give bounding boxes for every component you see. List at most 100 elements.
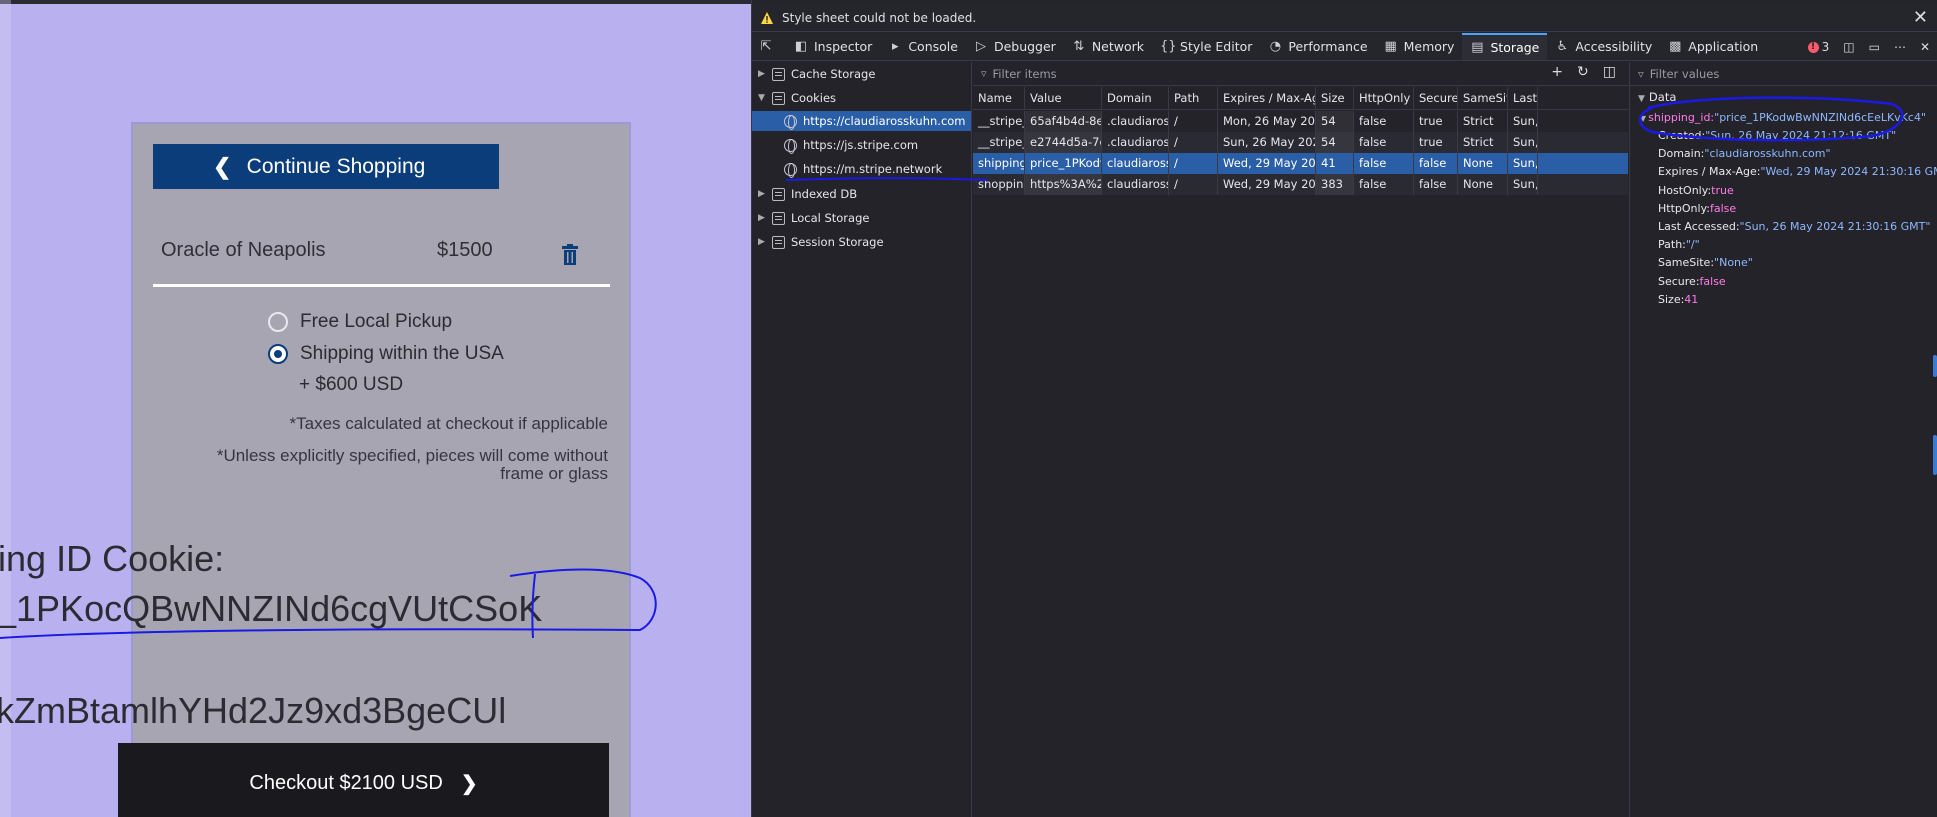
- data-entry[interactable]: ▼ shipping_id:"price_1PKodwBwNNZINd6cEeLK…: [1640, 111, 1926, 124]
- screen: ❮ Continue Shopping Oracle of Neapolis $…: [0, 0, 1937, 817]
- table-cell: shoppin...: [973, 174, 1025, 195]
- tab-application[interactable]: ▩ Application: [1660, 33, 1766, 60]
- tree-host-m-stripe[interactable]: https://m.stripe.network: [784, 159, 942, 179]
- field-key: Size:: [1658, 292, 1685, 306]
- globe-icon: [784, 138, 797, 154]
- checkout-button[interactable]: Checkout $2100 USD ❯: [118, 743, 609, 817]
- tab-debugger[interactable]: ▷ Debugger: [966, 33, 1064, 60]
- table-cell: Sun, 26 May 2024 ...: [1218, 132, 1316, 153]
- data-field[interactable]: Domain:"claudiarosskuhn.com": [1658, 147, 1831, 160]
- table-cell: Strict: [1458, 111, 1508, 132]
- column-header[interactable]: Name: [973, 87, 1025, 110]
- column-header[interactable]: Secure: [1414, 87, 1458, 110]
- tab-inspector[interactable]: ◧ Inspector: [786, 33, 880, 60]
- data-field[interactable]: Created:"Sun, 26 May 2024 21:12:16 GMT": [1658, 129, 1896, 142]
- tab-memory[interactable]: ▦ Memory: [1376, 33, 1463, 60]
- tab-storage[interactable]: ▤ Storage: [1462, 33, 1548, 60]
- warning-text: Style sheet could not be loaded.: [782, 10, 977, 25]
- tree-host-claudiarosskuhn[interactable]: https://claudiarosskuhn.com: [752, 111, 971, 131]
- field-key: HostOnly:: [1658, 183, 1712, 197]
- table-row[interactable]: shoppin...https%3A%2F...claudiaross.../W…: [973, 174, 1628, 195]
- filter-values-placeholder: Filter values: [1649, 66, 1720, 81]
- tax-note: *Taxes calculated at checkout if applica…: [289, 414, 608, 433]
- data-field[interactable]: Secure:false: [1658, 275, 1726, 288]
- column-header[interactable]: Last A: [1508, 87, 1538, 110]
- column-header[interactable]: Expires / Max-Age: [1218, 87, 1316, 110]
- field-key: Path:: [1658, 238, 1686, 252]
- table-cell: /: [1169, 153, 1218, 174]
- tab-style-editor[interactable]: {} Style Editor: [1152, 33, 1260, 60]
- close-devtools-icon[interactable]: ✕: [1920, 40, 1930, 54]
- table-cell: price_1PKodwB...: [1025, 153, 1102, 174]
- column-header[interactable]: Domain: [1102, 87, 1169, 110]
- tab-performance[interactable]: ◔ Performance: [1260, 33, 1375, 60]
- shipping-option-pickup[interactable]: Free Local Pickup: [268, 311, 452, 333]
- field-value: "Sun, 26 May 2024 21:12:16 GMT": [1705, 129, 1897, 142]
- data-field[interactable]: HostOnly:true: [1658, 184, 1734, 197]
- column-header[interactable]: HttpOnly: [1354, 87, 1414, 110]
- close-icon[interactable]: ✕: [1913, 7, 1928, 28]
- filter-values-input[interactable]: ▿ Filter values: [1630, 62, 1937, 86]
- table-cell: .claudiaross...: [1102, 132, 1169, 153]
- data-field[interactable]: SameSite:"None": [1658, 256, 1753, 269]
- data-field[interactable]: Expires / Max-Age:"Wed, 29 May 2024 21:3…: [1658, 165, 1937, 178]
- column-header[interactable]: Value: [1025, 87, 1102, 110]
- field-value: "/": [1685, 238, 1700, 252]
- dock-icon[interactable]: ◫: [1843, 40, 1854, 54]
- element-picker-icon[interactable]: ⇱: [752, 33, 786, 60]
- table-cell: 383: [1316, 174, 1354, 195]
- data-field[interactable]: Last Accessed:"Sun, 26 May 2024 21:30:16…: [1658, 220, 1930, 233]
- entry-value: "price_1PKodwBwNNZINd6cEeLKvKc4": [1714, 111, 1927, 124]
- field-key: HttpOnly:: [1658, 201, 1710, 215]
- shipping-option-usa[interactable]: Shipping within the USA: [268, 343, 504, 365]
- tree-indexed-db[interactable]: ▶ Indexed DB: [758, 184, 857, 204]
- column-header[interactable]: SameSite: [1458, 87, 1508, 110]
- option-label: Free Local Pickup: [300, 311, 453, 332]
- data-field[interactable]: HttpOnly:false: [1658, 202, 1736, 215]
- tab-list: ◧ Inspector ▸ Console ▷ Debugger ⇅ Network {} Sty…: [786, 33, 1766, 60]
- filter-items-input[interactable]: Filter items: [993, 67, 1057, 81]
- trash-icon[interactable]: [561, 244, 579, 266]
- storage-icon: [772, 211, 785, 225]
- data-field[interactable]: Size:41: [1658, 293, 1698, 306]
- tree-cookies[interactable]: ▼ Cookies: [758, 88, 836, 108]
- radio-checked[interactable]: [268, 344, 288, 364]
- table-row[interactable]: __stripe_...65af4b4d-8e47....claudiaross…: [973, 111, 1628, 132]
- top-border: [0, 0, 751, 4]
- tree-host-js-stripe[interactable]: https://js.stripe.com: [784, 135, 918, 155]
- table-cell: None: [1458, 174, 1508, 195]
- field-value: true: [1711, 183, 1734, 197]
- table-cell: Sun, 2: [1508, 174, 1538, 195]
- refresh-icon[interactable]: ↻: [1577, 64, 1589, 80]
- tab-console[interactable]: ▸ Console: [880, 33, 966, 60]
- more-options-icon[interactable]: ⋯: [1894, 40, 1906, 54]
- error-badge[interactable]: ! 3: [1807, 40, 1829, 54]
- table-cell: __stripe_...: [973, 132, 1025, 153]
- table-cell: __stripe_...: [973, 111, 1025, 132]
- data-header[interactable]: ▼ Data: [1638, 90, 1676, 104]
- expand-arrow-icon: ▶: [758, 213, 765, 223]
- tree-session-storage[interactable]: ▶ Session Storage: [758, 232, 884, 252]
- table-row[interactable]: __stripe_...e2744d5a-7c1a....claudiaross…: [973, 132, 1628, 153]
- column-header[interactable]: Size: [1316, 87, 1354, 110]
- checkout-label: Checkout $2100 USD: [249, 771, 443, 794]
- warning-icon: [761, 11, 773, 24]
- tab-label: Debugger: [993, 39, 1056, 54]
- continue-shopping-button[interactable]: ❮ Continue Shopping: [153, 144, 499, 189]
- table-row[interactable]: shipping...price_1PKodwB...claudiaross..…: [973, 153, 1628, 174]
- field-key: Secure:: [1658, 274, 1700, 288]
- tab-network[interactable]: ⇅ Network: [1064, 33, 1152, 60]
- tree-cache-storage[interactable]: ▶ Cache Storage: [758, 64, 875, 84]
- cookie-table: Name Value Domain Path Expires / Max-Age Size…: [973, 87, 1628, 817]
- add-icon[interactable]: +: [1551, 64, 1563, 80]
- radio-unchecked[interactable]: [268, 312, 288, 332]
- data-field[interactable]: Path:"/": [1658, 238, 1700, 251]
- responsive-icon[interactable]: ▭: [1869, 40, 1880, 54]
- toggle-sidebar-icon[interactable]: ◫: [1603, 64, 1616, 80]
- data-header-label: Data: [1648, 90, 1677, 104]
- tab-accessibility[interactable]: ♿ Accessibility: [1547, 33, 1660, 60]
- table-cell: 54: [1316, 132, 1354, 153]
- column-header[interactable]: Path: [1169, 87, 1218, 110]
- table-cell: true: [1414, 132, 1458, 153]
- tree-local-storage[interactable]: ▶ Local Storage: [758, 208, 869, 228]
